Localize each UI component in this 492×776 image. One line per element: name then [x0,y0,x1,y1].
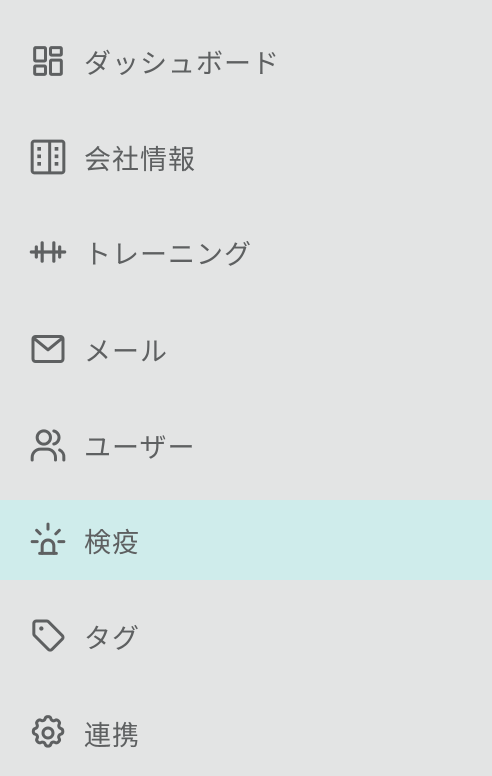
building-icon [28,137,68,177]
siren-icon [28,520,68,560]
sidebar-item-training[interactable]: トレーニング [0,212,492,292]
sidebar-item-tags[interactable]: タグ [0,596,492,676]
sidebar-item-mail[interactable]: メール [0,309,492,389]
sidebar-item-quarantine[interactable]: 検疫 [0,500,492,580]
gear-icon [28,713,68,753]
users-icon [28,425,68,465]
sidebar-item-users[interactable]: ユーザー [0,405,492,485]
dumbbell-icon [28,232,68,272]
sidebar-item-label: メール [84,336,168,368]
sidebar-item-integrations[interactable]: 連携 [0,693,492,773]
dashboard-icon [28,41,68,81]
sidebar-item-label: ダッシュボード [84,48,280,80]
sidebar-item-company-info[interactable]: 会社情報 [0,117,492,197]
sidebar-item-dashboard[interactable]: ダッシュボード [0,21,492,101]
sidebar: ダッシュボード 会社情報 トレーニング メール ユーザー 検疫 タグ 連携 [0,0,492,776]
sidebar-item-label: ユーザー [84,432,196,464]
sidebar-item-label: 会社情報 [84,144,196,176]
sidebar-item-label: 検疫 [84,527,140,559]
sidebar-item-label: 連携 [84,720,140,752]
tag-icon [28,616,68,656]
sidebar-item-label: タグ [84,623,140,655]
mail-icon [28,329,68,369]
sidebar-item-label: トレーニング [84,239,252,271]
